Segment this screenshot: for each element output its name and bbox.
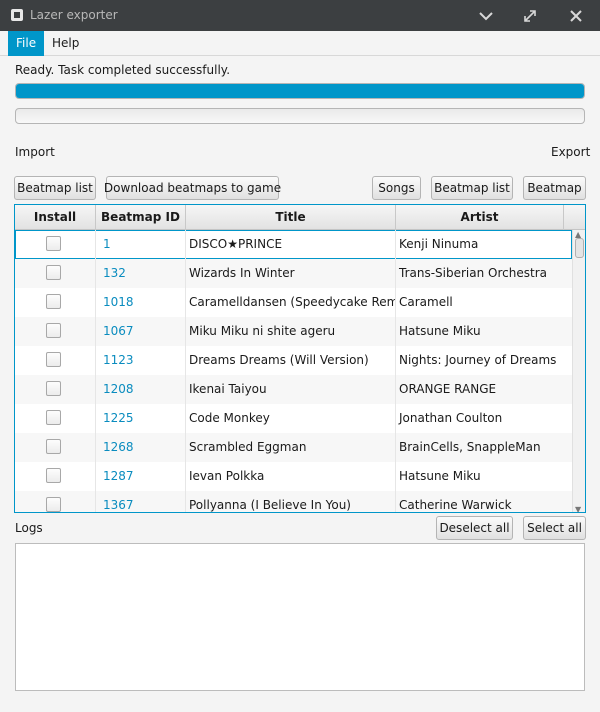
column-artist[interactable]: Artist bbox=[396, 205, 564, 230]
install-checkbox[interactable] bbox=[46, 294, 61, 309]
artist-cell: Trans-Siberian Orchestra bbox=[399, 266, 547, 280]
progress-bar-primary bbox=[15, 83, 585, 99]
install-cell bbox=[15, 462, 96, 491]
title-cell: Ievan Polkka bbox=[186, 462, 396, 491]
table-scrollbar[interactable]: ▲ ▼ bbox=[572, 230, 585, 512]
export-beatmap-list-button[interactable]: Beatmap list bbox=[431, 176, 513, 200]
column-beatmap-id[interactable]: Beatmap ID bbox=[96, 205, 186, 230]
artist-cell: Nights: Journey of Dreams bbox=[399, 353, 557, 367]
beatmap-id-cell: 1287 bbox=[96, 462, 186, 491]
table-row[interactable]: 1018 Caramelldansen (Speedycake Remix) Car… bbox=[15, 288, 572, 317]
title-cell: Dreams Dreams (Will Version) bbox=[186, 346, 396, 375]
table-row[interactable]: 132 Wizards In Winter Trans-Siberian Orche… bbox=[15, 259, 572, 288]
install-cell bbox=[15, 346, 96, 375]
beatmap-id-cell: 132 bbox=[96, 259, 186, 288]
title-cell: Caramelldansen (Speedycake Remix) bbox=[186, 288, 396, 317]
beatmap-id-cell: 1268 bbox=[96, 433, 186, 462]
deselect-all-button[interactable]: Deselect all bbox=[436, 516, 513, 540]
artist-cell: Jonathan Coulton bbox=[399, 411, 503, 425]
artist-cell: Caramell bbox=[399, 295, 453, 309]
install-checkbox[interactable] bbox=[46, 236, 61, 251]
install-cell bbox=[15, 317, 96, 346]
artist-cell: BrainCells, SnappleMan bbox=[399, 440, 541, 454]
title-cell: Pollyanna (I Believe In You) bbox=[186, 491, 396, 512]
beatmap-id-cell: 1225 bbox=[96, 404, 186, 433]
install-cell bbox=[15, 433, 96, 462]
install-checkbox[interactable] bbox=[46, 352, 61, 367]
title-cell: Code Monkey bbox=[186, 404, 396, 433]
beatmap-id-cell: 1208 bbox=[96, 375, 186, 404]
install-cell bbox=[15, 375, 96, 404]
import-label: Import bbox=[15, 145, 55, 159]
select-all-button[interactable]: Select all bbox=[523, 516, 586, 540]
install-checkbox[interactable] bbox=[46, 410, 61, 425]
install-cell bbox=[15, 404, 96, 433]
table-body: 1 DISCO★PRINCE Kenji Ninuma 132 Wizards In W… bbox=[15, 230, 572, 512]
logs-textarea[interactable] bbox=[15, 543, 585, 691]
title-cell: Ikenai Taiyou bbox=[186, 375, 396, 404]
column-title[interactable]: Title bbox=[186, 205, 396, 230]
title-cell: Miku Miku ni shite ageru bbox=[186, 317, 396, 346]
install-cell bbox=[15, 491, 96, 512]
table-row[interactable]: 1 DISCO★PRINCE Kenji Ninuma bbox=[15, 230, 572, 259]
install-checkbox[interactable] bbox=[46, 381, 61, 396]
download-beatmaps-button[interactable]: Download beatmaps to game bbox=[104, 176, 281, 200]
progress-fill-primary bbox=[16, 84, 584, 98]
beatmap-id-cell: 1367 bbox=[96, 491, 186, 512]
title-bar: Lazer exporter bbox=[0, 0, 600, 31]
logs-label: Logs bbox=[15, 521, 43, 535]
scroll-down-icon[interactable]: ▼ bbox=[575, 505, 581, 512]
menu-help[interactable]: Help bbox=[44, 31, 87, 56]
beatmap-id-cell: 1018 bbox=[96, 288, 186, 317]
menu-file[interactable]: File bbox=[8, 31, 45, 56]
close-icon bbox=[570, 9, 582, 22]
title-cell: Wizards In Winter bbox=[186, 259, 396, 288]
close-button[interactable] bbox=[554, 0, 598, 31]
artist-cell: Hatsune Miku bbox=[399, 324, 481, 338]
artist-cell: Hatsune Miku bbox=[399, 469, 481, 483]
export-beatmap-button[interactable]: Beatmap bbox=[523, 176, 586, 200]
window-title: Lazer exporter bbox=[30, 8, 118, 22]
table-row[interactable]: 1225 Code Monkey Jonathan Coulton bbox=[15, 404, 572, 433]
beatmap-id-cell: 1067 bbox=[96, 317, 186, 346]
table-row[interactable]: 1287 Ievan Polkka Hatsune Miku bbox=[15, 462, 572, 491]
install-checkbox[interactable] bbox=[46, 323, 61, 338]
table-row[interactable]: 1067 Miku Miku ni shite ageru Hatsune Miku bbox=[15, 317, 572, 346]
menu-bar: File Help bbox=[0, 31, 600, 56]
minimize-chevron-icon bbox=[479, 11, 493, 20]
title-cell: DISCO★PRINCE bbox=[186, 230, 396, 259]
app-icon bbox=[11, 9, 23, 21]
table-header: Install Beatmap ID Title Artist bbox=[15, 205, 585, 230]
beatmap-table[interactable]: Install Beatmap ID Title Artist 1 DISCO★P… bbox=[14, 204, 586, 513]
install-cell bbox=[15, 259, 96, 288]
install-cell bbox=[15, 288, 96, 317]
artist-cell: Kenji Ninuma bbox=[399, 237, 479, 251]
status-text: Ready. Task completed successfully. bbox=[15, 63, 231, 77]
maximize-button[interactable] bbox=[508, 0, 552, 31]
table-row[interactable]: 1268 Scrambled Eggman BrainCells, SnappleM… bbox=[15, 433, 572, 462]
column-install[interactable]: Install bbox=[15, 205, 96, 230]
beatmap-id-cell: 1 bbox=[96, 230, 186, 259]
install-checkbox[interactable] bbox=[46, 439, 61, 454]
artist-cell: Catherine Warwick bbox=[399, 498, 512, 512]
beatmap-id-cell: 1123 bbox=[96, 346, 186, 375]
install-checkbox[interactable] bbox=[46, 468, 61, 483]
install-checkbox[interactable] bbox=[46, 497, 61, 512]
maximize-icon bbox=[524, 9, 536, 22]
table-row[interactable]: 1367 Pollyanna (I Believe In You) Catherin… bbox=[15, 491, 572, 512]
artist-cell: ORANGE RANGE bbox=[399, 382, 497, 396]
export-label: Export bbox=[551, 145, 591, 159]
import-beatmap-list-button[interactable]: Beatmap list bbox=[14, 176, 96, 200]
title-cell: Scrambled Eggman bbox=[186, 433, 396, 462]
install-checkbox[interactable] bbox=[46, 265, 61, 280]
table-row[interactable]: 1123 Dreams Dreams (Will Version) Nights: … bbox=[15, 346, 572, 375]
scrollbar-thumb[interactable] bbox=[575, 238, 584, 258]
export-songs-button[interactable]: Songs bbox=[372, 176, 421, 200]
progress-bar-secondary bbox=[15, 108, 585, 124]
minimize-button[interactable] bbox=[464, 0, 508, 31]
install-cell bbox=[15, 230, 96, 259]
table-row[interactable]: 1208 Ikenai Taiyou ORANGE RANGE bbox=[15, 375, 572, 404]
